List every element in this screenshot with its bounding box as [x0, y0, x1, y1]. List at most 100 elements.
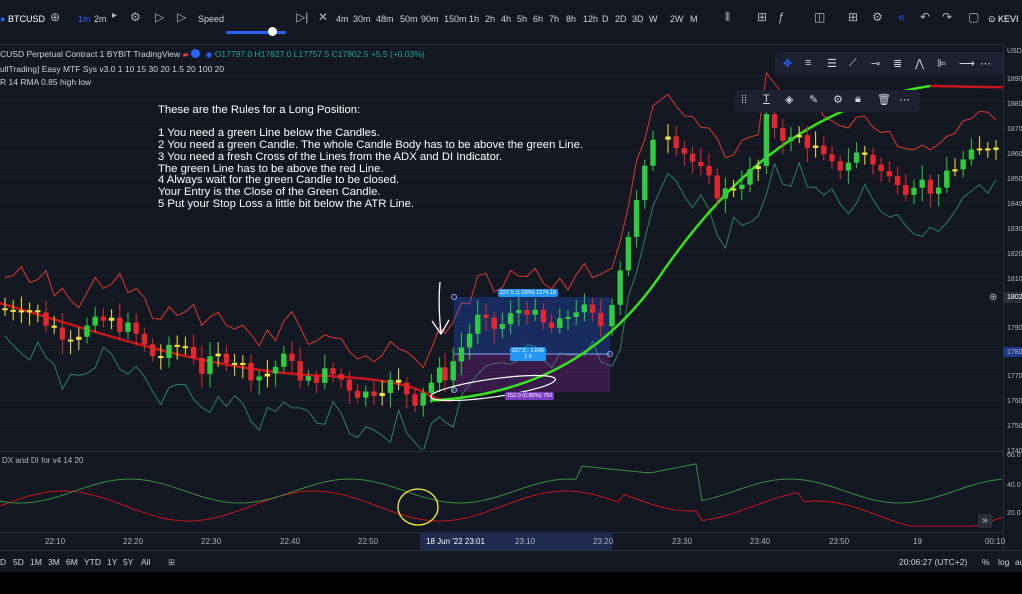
- fib-icon[interactable]: ☰: [827, 57, 837, 70]
- range-D[interactable]: D: [0, 557, 6, 567]
- candle-body: [313, 376, 320, 383]
- price-axis[interactable]: [1003, 44, 1022, 574]
- range-1M[interactable]: 1M: [30, 557, 42, 567]
- range-3M[interactable]: 3M: [48, 557, 60, 567]
- rewind-icon[interactable]: «: [898, 10, 905, 24]
- candle-body: [976, 148, 983, 151]
- compare-icon[interactable]: ⊞: [757, 10, 767, 24]
- alert-icon[interactable]: ⊞: [848, 10, 858, 24]
- range-6M[interactable]: 6M: [66, 557, 78, 567]
- entry-label[interactable]: 227.5 : 1.645 1.5: [510, 347, 547, 361]
- chart-type-icon[interactable]: ⫴: [725, 10, 730, 25]
- range-All[interactable]: All: [141, 557, 150, 567]
- replay-icon[interactable]: ▷: [155, 10, 164, 24]
- add-alert-icon[interactable]: ⊕: [989, 292, 997, 303]
- range-YTD[interactable]: YTD: [84, 557, 101, 567]
- redo-icon[interactable]: ↷: [942, 10, 952, 24]
- candle-body: [133, 322, 139, 334]
- tf-2m[interactable]: 2m: [94, 14, 107, 24]
- drawing-toolbar: ✥ ≡ ☰ ⟋ ⊸ ≣ ⋀ ⊫ ⟶ ⋯: [775, 52, 1003, 76]
- candle-body: [240, 362, 246, 365]
- price-tick: 1890: [1007, 76, 1022, 83]
- candle-body: [565, 316, 571, 319]
- more-icon[interactable]: ⋯: [980, 57, 991, 70]
- scroll-right-icon[interactable]: »: [978, 514, 992, 528]
- fill-icon[interactable]: ◈: [785, 93, 793, 106]
- more-options-icon[interactable]: ⋯: [899, 93, 910, 106]
- hline-icon[interactable]: ⊸: [871, 57, 880, 70]
- trend-line-icon[interactable]: ⟋: [849, 57, 857, 70]
- interval-5h[interactable]: 5h: [517, 14, 527, 24]
- interval-2W[interactable]: 2W: [670, 14, 684, 24]
- interval-12h[interactable]: 12h: [583, 14, 598, 24]
- auto-toggle[interactable]: auto: [1015, 557, 1022, 567]
- percent-toggle[interactable]: %: [982, 557, 990, 567]
- color-icon[interactable]: ✎: [809, 93, 818, 106]
- settings-icon[interactable]: ⚙: [872, 10, 883, 24]
- text-icon[interactable]: T: [763, 93, 770, 105]
- layout-icon[interactable]: ◫: [814, 10, 825, 24]
- indicators-icon[interactable]: ⚙: [130, 10, 141, 24]
- bar-style-icon[interactable]: ▸: [112, 10, 117, 21]
- candle-body: [272, 366, 279, 374]
- interval-D[interactable]: D: [602, 14, 609, 24]
- crosshair-icon[interactable]: ✥: [783, 57, 792, 70]
- adx-chart[interactable]: [0, 451, 1003, 531]
- goto-date-icon[interactable]: ⊞: [168, 557, 175, 568]
- fullscreen-icon[interactable]: ▢: [968, 10, 979, 24]
- interval-2h[interactable]: 2h: [485, 14, 495, 24]
- interval-90m[interactable]: 90m: [421, 14, 439, 24]
- interval-3D[interactable]: 3D: [632, 14, 644, 24]
- speed-slider-knob[interactable]: [268, 27, 277, 36]
- log-toggle[interactable]: log: [998, 557, 1009, 567]
- lock-icon[interactable]: 🔒︎: [855, 93, 861, 106]
- candle-body: [84, 325, 90, 337]
- speed-slider[interactable]: [226, 31, 286, 34]
- interval-1h[interactable]: 1h: [469, 14, 479, 24]
- clock[interactable]: 20:06:27 (UTC+2): [899, 557, 967, 567]
- measure-icon[interactable]: ⊫: [937, 57, 947, 70]
- pattern-icon[interactable]: ⋀: [915, 57, 924, 70]
- interval-4h[interactable]: 4h: [501, 14, 511, 24]
- close-replay-icon[interactable]: ✕: [318, 10, 328, 24]
- range-5Y[interactable]: 5Y: [123, 557, 133, 567]
- range-5D[interactable]: 5D: [13, 557, 24, 567]
- interval-M[interactable]: M: [690, 14, 698, 24]
- price-tick: 1770: [1007, 373, 1022, 380]
- interval-2D[interactable]: 2D: [615, 14, 627, 24]
- interval-30m[interactable]: 30m: [353, 14, 371, 24]
- settings-gear-icon[interactable]: ⚙: [833, 93, 843, 106]
- interval-W[interactable]: W: [649, 14, 658, 24]
- indicator-icon[interactable]: ƒ: [778, 10, 785, 24]
- candle-body: [698, 161, 704, 167]
- interval-4m[interactable]: 4m: [336, 14, 349, 24]
- interval-150m[interactable]: 150m: [444, 14, 467, 24]
- tf-1m[interactable]: 1m: [78, 14, 91, 24]
- interval-7h[interactable]: 7h: [549, 14, 559, 24]
- channel-icon[interactable]: ≣: [893, 57, 902, 70]
- drag-icon[interactable]: ⁞⁞: [741, 94, 747, 106]
- candle-body: [371, 391, 377, 397]
- trash-icon[interactable]: 🗑︎: [877, 93, 891, 106]
- interval-48m[interactable]: 48m: [376, 14, 394, 24]
- lines-icon[interactable]: ≡: [805, 57, 811, 69]
- user-menu[interactable]: ⊙ KEVI: [988, 14, 1019, 25]
- candle-body: [747, 169, 753, 185]
- cursor-icon[interactable]: ⟶: [959, 57, 975, 70]
- range-1Y[interactable]: 1Y: [107, 557, 117, 567]
- forward-icon[interactable]: ▷|: [296, 10, 308, 24]
- price-tick: 1850: [1007, 176, 1022, 183]
- undo-icon[interactable]: ↶: [920, 10, 930, 24]
- price-tick: 1870: [1007, 126, 1022, 133]
- step-icon[interactable]: ▷: [177, 10, 186, 24]
- candle-body: [845, 162, 852, 171]
- candle-body: [322, 368, 328, 383]
- symbol-search[interactable]: ● BTCUSD: [0, 14, 45, 24]
- interval-6h[interactable]: 6h: [533, 14, 543, 24]
- stop-label[interactable]: 152.0 (0.85%) 750: [505, 392, 555, 400]
- target-label[interactable]: 227.5 (1.28%) 1374.18: [498, 289, 558, 297]
- interval-8h[interactable]: 8h: [566, 14, 576, 24]
- entry-qty: 1.5: [524, 354, 532, 360]
- plus-icon[interactable]: ⊕: [50, 10, 60, 24]
- interval-50m[interactable]: 50m: [400, 14, 418, 24]
